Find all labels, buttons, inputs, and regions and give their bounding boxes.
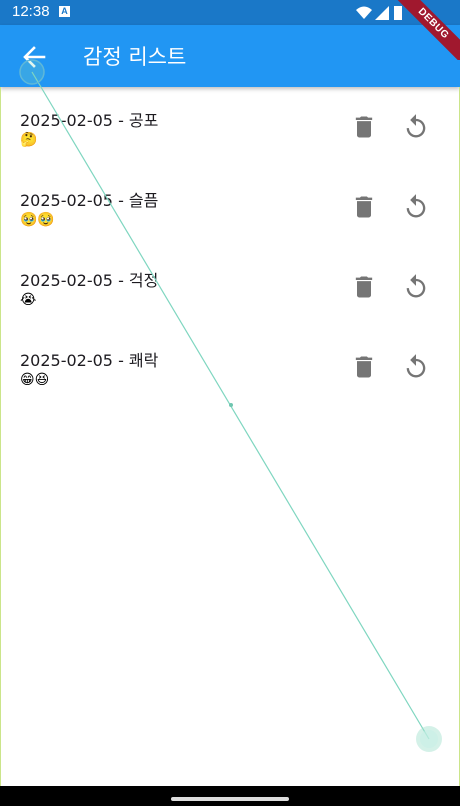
back-arrow-icon[interactable] [18, 41, 50, 73]
system-nav-bar [0, 786, 460, 806]
restore-icon[interactable] [402, 113, 430, 141]
wifi-icon [356, 6, 372, 19]
entry-title: 2025-02-05 - 쾌락 [20, 351, 159, 370]
restore-icon[interactable] [402, 193, 430, 221]
list-item: 2025-02-05 - 슬픔 🥹🥹 [0, 167, 460, 247]
frame-edge-left [0, 87, 1, 786]
list-item: 2025-02-05 - 공포 🤔 [0, 87, 460, 167]
delete-icon[interactable] [350, 113, 378, 141]
delete-icon[interactable] [350, 193, 378, 221]
page-title: 감정 리스트 [83, 45, 187, 69]
entry-title: 2025-02-05 - 슬픔 [20, 191, 159, 210]
notification-a-icon: A [59, 6, 70, 17]
delete-icon[interactable] [350, 353, 378, 381]
debug-banner: DEBUG [380, 0, 460, 60]
home-gesture-handle[interactable] [171, 797, 289, 801]
delete-icon[interactable] [350, 273, 378, 301]
entry-title: 2025-02-05 - 공포 [20, 111, 159, 130]
list-item: 2025-02-05 - 걱정 😭 [0, 247, 460, 327]
entry-emojis: 🥹🥹 [20, 212, 55, 228]
restore-icon[interactable] [402, 273, 430, 301]
entry-title: 2025-02-05 - 걱정 [20, 271, 159, 290]
status-time: 12:38 [12, 3, 50, 20]
entry-emojis: 😭 [20, 292, 37, 308]
debug-ribbon-label: DEBUG [388, 0, 460, 60]
entry-emojis: 🤔 [20, 132, 38, 148]
restore-icon[interactable] [402, 353, 430, 381]
touch-end-marker-core [420, 730, 438, 748]
entry-emojis: 😁😆 [20, 372, 50, 388]
list-item: 2025-02-05 - 쾌락 😁😆 [0, 327, 460, 407]
touch-end-marker [416, 726, 442, 752]
